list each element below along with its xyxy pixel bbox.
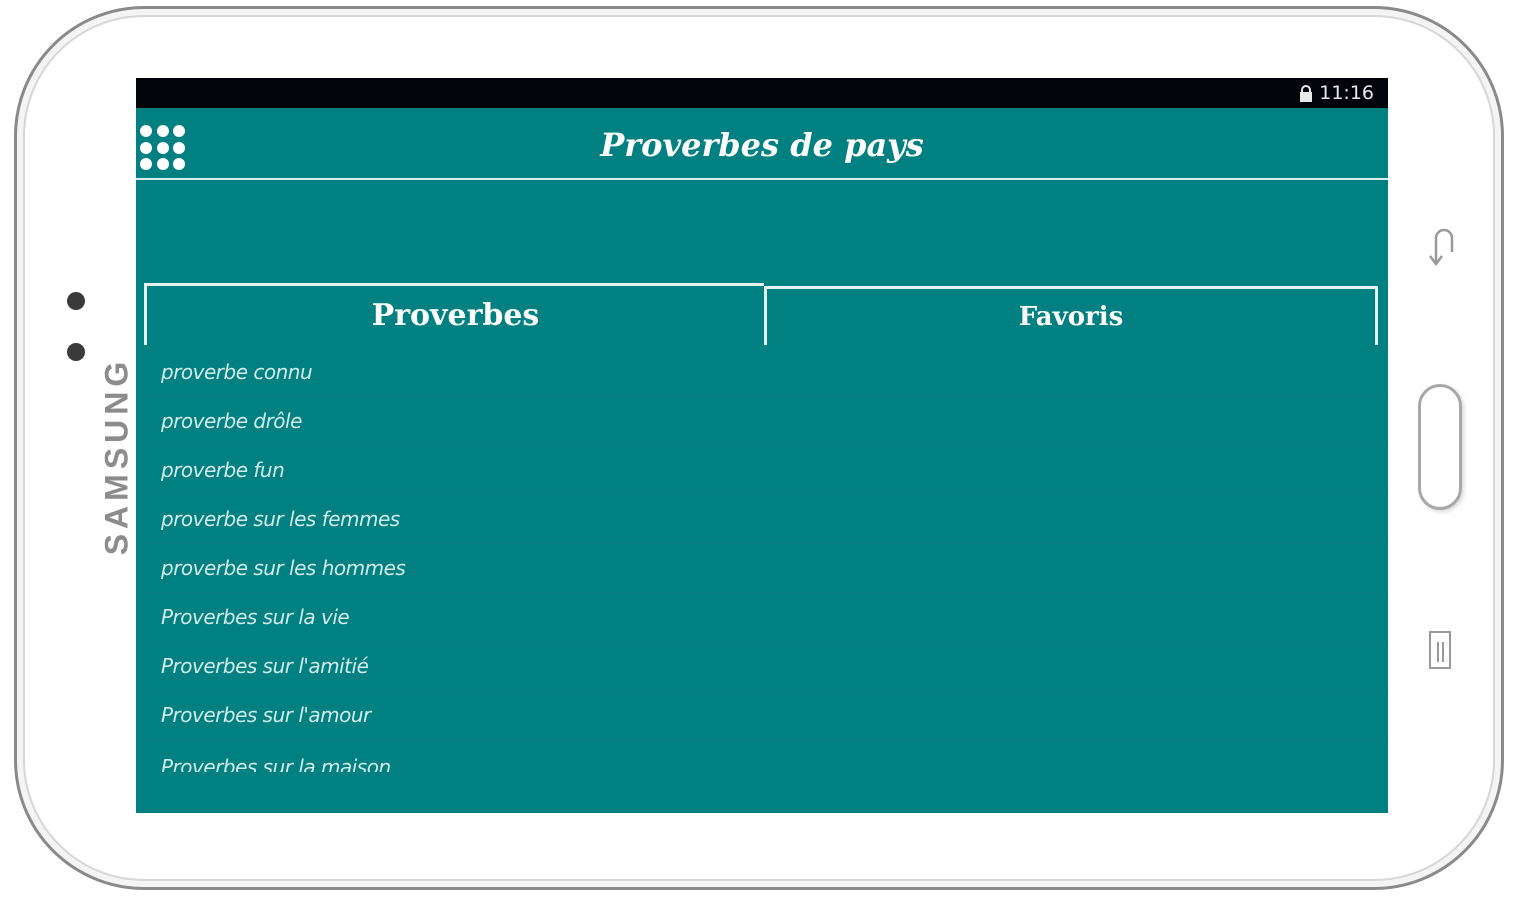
status-time: 11:16 (1319, 82, 1374, 104)
app-toolbar: Proverbes de pays (136, 108, 1388, 180)
list-item[interactable]: Proverbes sur l'amitié (144, 642, 1378, 691)
sensor (67, 343, 85, 361)
lock-icon (1300, 84, 1313, 102)
list-item[interactable]: proverbe fun (144, 446, 1378, 495)
menu-icon[interactable] (1428, 628, 1454, 672)
brand-logo: SAMSUNG (98, 356, 135, 556)
tab-favoris[interactable]: Favoris (764, 286, 1378, 345)
status-bar: 11:16 (136, 78, 1388, 108)
list-item[interactable]: Proverbes sur l'amour (144, 691, 1378, 740)
back-icon[interactable] (1426, 228, 1460, 268)
proverb-category-list: proverbe connu proverbe drôle proverbe f… (144, 348, 1378, 772)
list-item[interactable]: Proverbes sur la maison (144, 740, 1378, 772)
list-item[interactable]: proverbe drôle (144, 397, 1378, 446)
app-screen: 11:16 Proverbes de pays Proverbes Favori… (136, 78, 1388, 813)
home-button[interactable] (1418, 384, 1462, 510)
list-item[interactable]: proverbe sur les femmes (144, 495, 1378, 544)
tab-proverbes[interactable]: Proverbes (144, 283, 764, 345)
tab-bar: Proverbes Favoris (144, 283, 1378, 345)
list-item[interactable]: proverbe sur les hommes (144, 544, 1378, 593)
list-item[interactable]: proverbe connu (144, 348, 1378, 397)
list-item[interactable]: Proverbes sur la vie (144, 593, 1378, 642)
front-camera (67, 292, 85, 310)
page-title: Proverbes de pays (600, 126, 924, 164)
